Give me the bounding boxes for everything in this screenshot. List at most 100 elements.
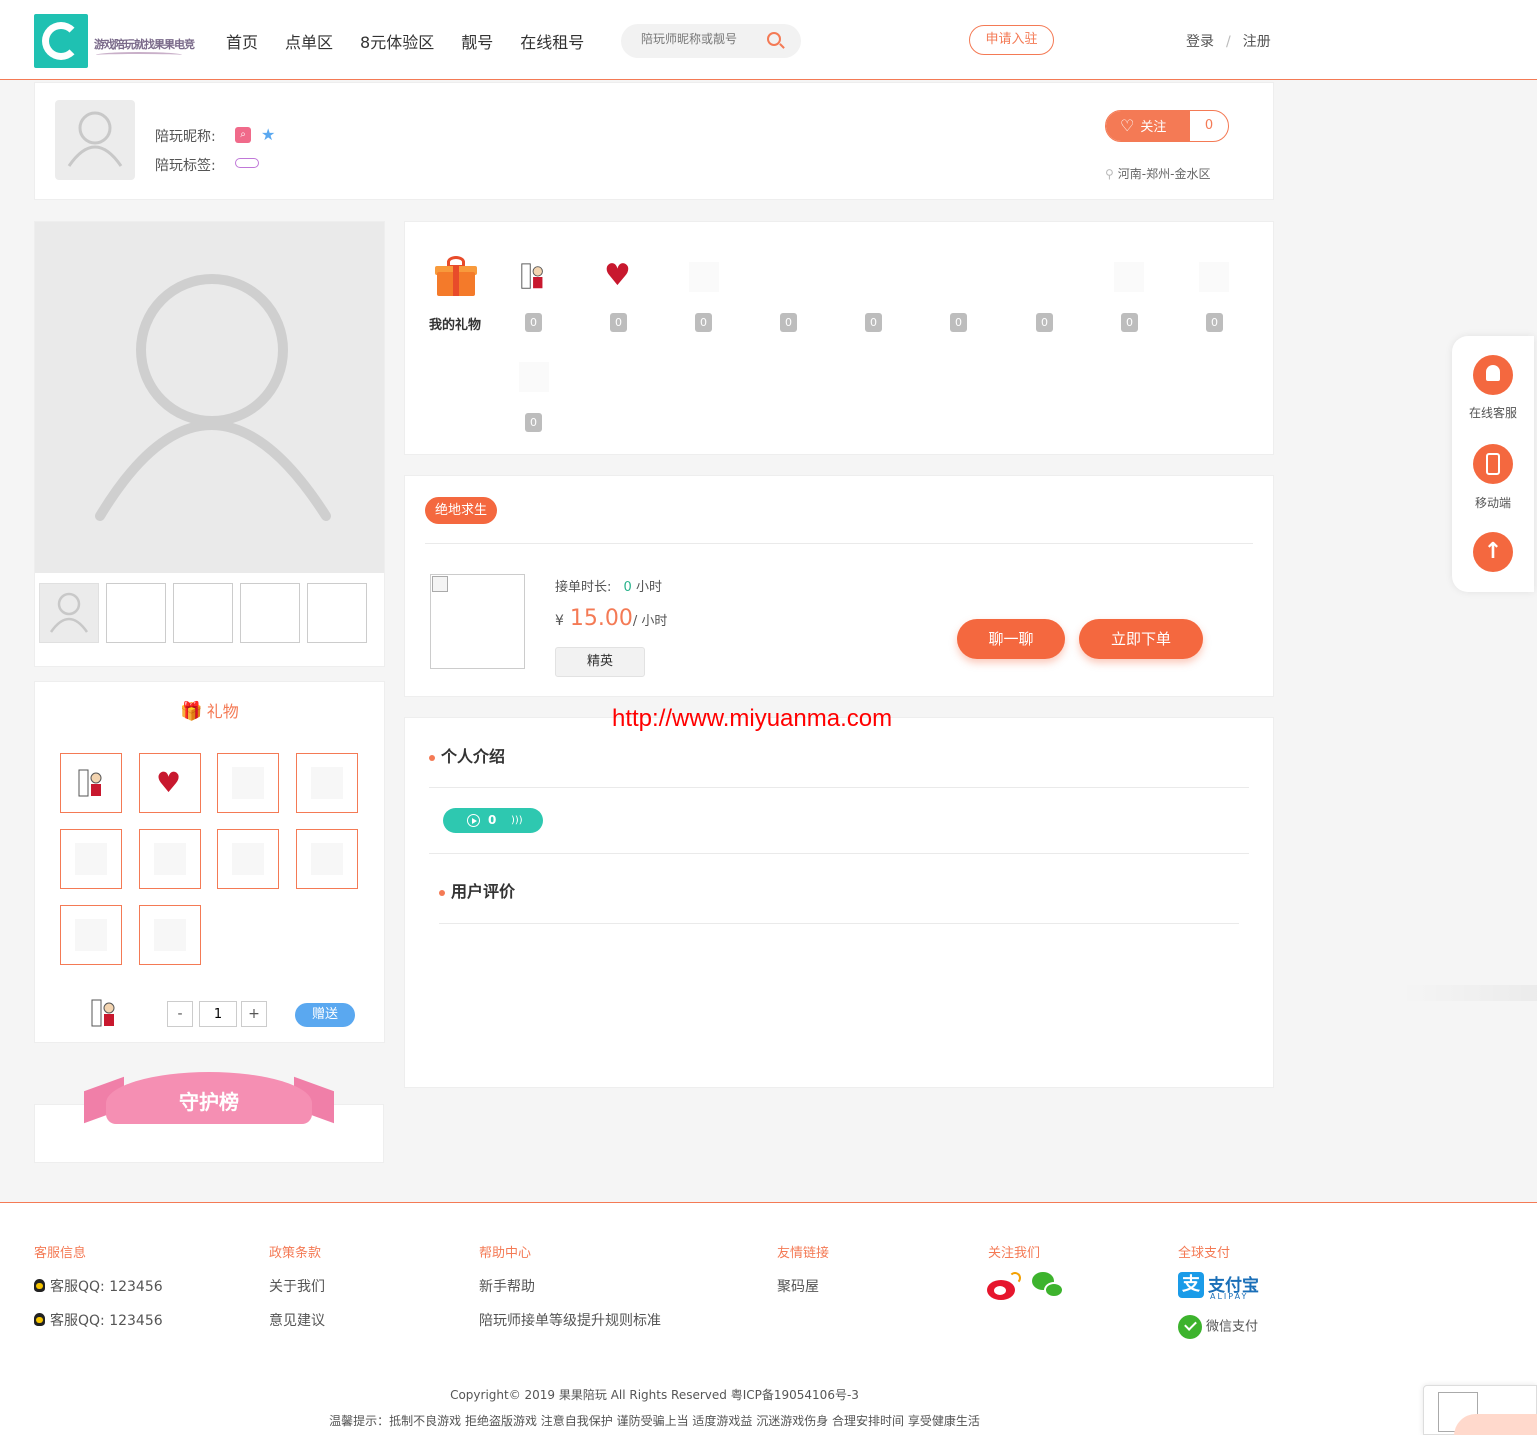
search-input[interactable]	[641, 32, 771, 46]
quantity-plus-button[interactable]: +	[241, 1001, 267, 1027]
footer-service-title: 客服信息	[34, 1246, 87, 1261]
follow-button[interactable]: ♡ 关注 0	[1105, 110, 1229, 142]
chat-widget[interactable]	[1423, 1385, 1537, 1435]
gift-count: 0	[610, 313, 627, 332]
selected-gift-icon	[91, 999, 115, 1027]
level-badge: 精英	[555, 647, 645, 677]
online-service-label: 在线客服	[1468, 406, 1517, 420]
gift-item[interactable]	[139, 829, 201, 889]
gift-item[interactable]	[60, 905, 122, 965]
footer-link-feedback[interactable]: 意见建议	[269, 1310, 325, 1330]
gift-count: 0	[1206, 313, 1223, 332]
register-link[interactable]: 注册	[1243, 34, 1271, 50]
gift-title: 🎁 礼物	[35, 698, 384, 722]
gift-item[interactable]	[296, 753, 358, 813]
footer-pay-title: 全球支付	[1178, 1246, 1231, 1261]
footer-follow-title: 关注我们	[988, 1246, 1041, 1261]
follow-label-area[interactable]: ♡ 关注	[1106, 111, 1190, 141]
mobile-button[interactable]	[1473, 444, 1513, 484]
user-placeholder-large-icon	[95, 274, 331, 521]
footer-service-item[interactable]: 客服QQ: 123456	[34, 1310, 163, 1330]
heart-icon: ♥	[604, 258, 631, 293]
gift-item[interactable]	[296, 829, 358, 889]
gift-item[interactable]	[139, 905, 201, 965]
user-placeholder-icon	[67, 111, 123, 167]
location: ⚲ 河南-郑州-金水区	[1105, 165, 1210, 182]
order-now-button[interactable]: 立即下单	[1079, 619, 1203, 659]
profile-bar: 陪玩昵称: ⌕ ★ 陪玩标签: ♡ 关注 0 ⚲ 河南-郑州-金水区	[34, 82, 1274, 200]
gift-title-text: 礼物	[206, 702, 239, 721]
side-toolbar: 在线客服 移动端 ↑	[1452, 336, 1534, 592]
star-icon: ★	[261, 125, 276, 144]
broken-image-icon	[432, 576, 448, 592]
qq-text: 客服QQ: 123456	[50, 1313, 163, 1329]
main-photo[interactable]	[35, 222, 384, 573]
gift-item[interactable]	[60, 829, 122, 889]
back-to-top-button[interactable]: ↑	[1473, 532, 1513, 572]
gift-count: 0	[865, 313, 882, 332]
heart-icon: ♥	[156, 766, 182, 799]
search-icon[interactable]	[767, 32, 781, 46]
gift-item[interactable]	[217, 753, 279, 813]
sound-wave-icon: )))	[511, 815, 523, 826]
apply-button[interactable]: 申请入驻	[969, 25, 1054, 55]
arrow-up-icon: ↑	[1483, 539, 1503, 564]
phone-icon	[1486, 453, 1500, 475]
online-service-button[interactable]	[1473, 355, 1513, 395]
price: ¥15.00/ 小时	[555, 606, 667, 631]
currency-symbol: ¥	[555, 613, 564, 629]
chat-button[interactable]: 聊一聊	[957, 619, 1065, 659]
wechat-icon[interactable]	[1032, 1272, 1064, 1302]
reviews-heading: 用户评价	[439, 878, 515, 902]
photo-thumb[interactable]	[173, 583, 233, 643]
gift-item[interactable]	[217, 829, 279, 889]
gift-count: 0	[695, 313, 712, 332]
login-link[interactable]: 登录	[1186, 34, 1214, 50]
location-icon: ⚲	[1105, 167, 1114, 181]
voice-intro-button[interactable]: 0 )))	[443, 808, 543, 833]
gift-count: 0	[950, 313, 967, 332]
follow-label: 关注	[1140, 120, 1167, 135]
alipay-en-text: ALIPAY	[1210, 1292, 1249, 1301]
nav-home[interactable]: 首页	[226, 29, 258, 53]
nav-order-zone[interactable]: 点单区	[285, 29, 333, 53]
footer-link-newbie-help[interactable]: 新手帮助	[479, 1276, 535, 1296]
gift-placeholder	[519, 362, 549, 392]
gift-item[interactable]: ♥	[139, 753, 201, 813]
copyright: Copyright© 2019 果果陪玩 All Rights Reserved…	[450, 1388, 859, 1402]
gift-count: 0	[525, 413, 542, 432]
avatar[interactable]	[55, 100, 135, 180]
user-placeholder-icon	[49, 592, 89, 633]
voice-count: 0	[488, 813, 497, 827]
photo-thumb[interactable]	[307, 583, 367, 643]
quantity-input[interactable]	[199, 1001, 237, 1027]
heart-plus-icon: ♡	[1120, 116, 1135, 135]
footer-policy-title: 政策条款	[269, 1246, 322, 1261]
footer-link-about[interactable]: 关于我们	[269, 1276, 325, 1296]
footer-help-title: 帮助中心	[479, 1246, 532, 1261]
gift-item[interactable]	[60, 753, 122, 813]
footer-friend-link[interactable]: 聚码屋	[777, 1276, 819, 1296]
nav-vip-number[interactable]: 靓号	[461, 29, 493, 53]
photo-thumb[interactable]	[106, 583, 166, 643]
logo-text: 游戏陪玩就找果果电竞	[94, 38, 195, 51]
game-tag[interactable]: 绝地求生	[425, 497, 498, 524]
weibo-icon[interactable]	[987, 1272, 1021, 1300]
tags-label: 陪玩标签:	[155, 158, 216, 174]
quantity-minus-button[interactable]: -	[167, 1001, 193, 1027]
send-gift-button[interactable]: 赠送	[295, 1003, 355, 1027]
gift-placeholder	[1199, 262, 1229, 292]
alipay-logo: 支 支付宝 ALIPAY	[1178, 1272, 1259, 1302]
photo-thumb[interactable]	[39, 583, 99, 643]
site-logo[interactable]: 游戏陪玩就找果果电竞	[34, 14, 195, 68]
photo-thumb[interactable]	[240, 583, 300, 643]
price-value: 15.00	[569, 606, 633, 631]
wechat-pay-icon	[1178, 1315, 1202, 1339]
footer-link-level-rules[interactable]: 陪玩师接单等级提升规则标准	[479, 1310, 661, 1330]
intro-title: 个人介绍	[441, 747, 506, 766]
my-gifts-panel: 我的礼物 ♥ 0 0 0 0 0 0 0 0 0 0	[404, 221, 1274, 455]
nav-trial-zone[interactable]: 8元体验区	[360, 29, 434, 53]
gift-box-icon	[435, 256, 477, 298]
nav-account-rental[interactable]: 在线租号	[520, 29, 584, 53]
footer-service-item[interactable]: 客服QQ: 123456	[34, 1276, 163, 1296]
